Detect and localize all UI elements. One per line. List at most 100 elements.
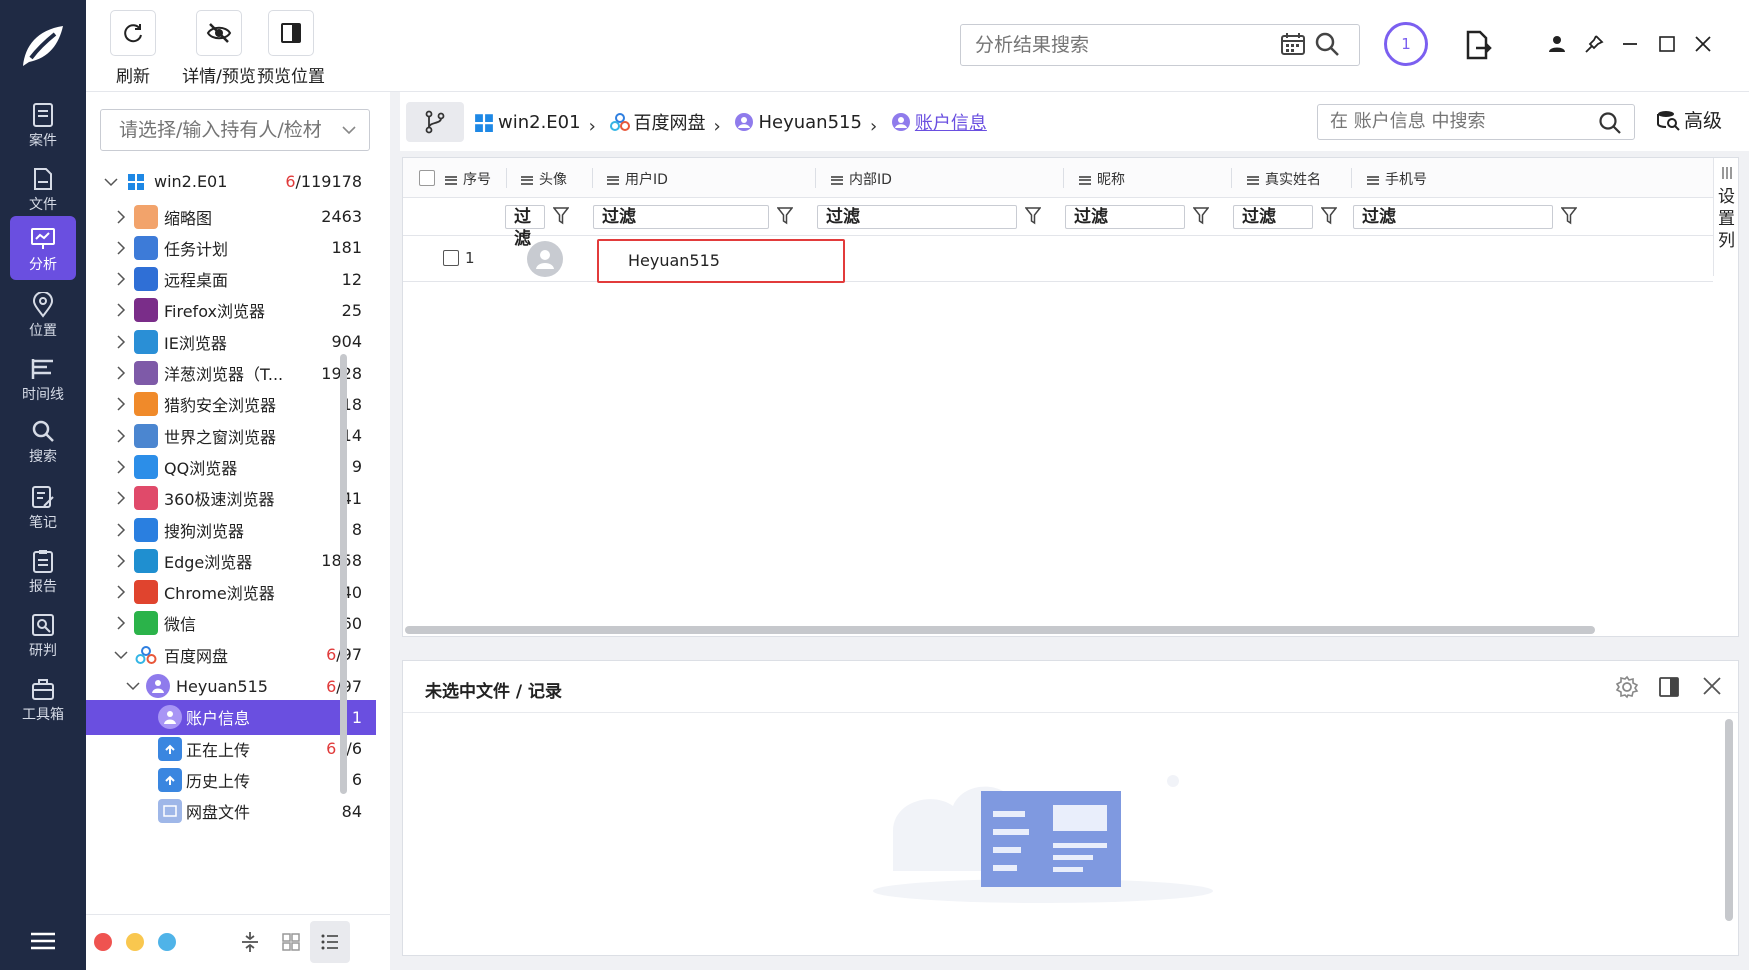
select-all-checkbox[interactable] [419,170,435,186]
tree-node[interactable]: QQ浏览器 9 [86,449,376,484]
column-header-user-id[interactable]: 用户ID [607,169,668,189]
tree-node[interactable]: 猎豹安全浏览器 18 [86,387,376,422]
nav-analysis[interactable]: 分析 [10,216,76,280]
filter-real-name[interactable]: 过滤 [1233,205,1313,229]
filter-icon[interactable] [1025,207,1041,225]
branch-button[interactable] [406,102,464,142]
export-file-icon[interactable] [1464,30,1492,60]
breadcrumb-item[interactable]: win2.E01 [474,112,581,133]
details-preview-button[interactable]: 详情/预览 [176,10,262,87]
tree-node-baidu-netdisk[interactable]: 百度网盘 6/97 [86,637,376,672]
chevron-right-icon[interactable] [114,429,128,443]
nav-judge[interactable]: 研判 [10,602,76,666]
gear-icon[interactable] [1615,675,1639,699]
chevron-right-icon[interactable] [114,522,128,537]
filter-user-id[interactable]: 过滤 [593,205,769,229]
column-header-phone[interactable]: 手机号 [1367,169,1427,189]
chevron-right-icon[interactable] [114,335,128,349]
breadcrumb-item[interactable]: Heyuan515 [734,112,862,133]
tree-node[interactable]: 远程桌面 12 [86,262,376,297]
tree-node[interactable]: IE浏览器 904 [86,324,376,359]
minimize-button[interactable] [1616,30,1644,58]
blue-status-dot[interactable] [158,933,176,951]
nav-files[interactable]: 文件 [10,156,76,220]
tree-node[interactable]: 历史上传 6 [86,762,376,797]
holder-filter-input[interactable] [119,119,329,141]
calendar-icon[interactable] [1280,32,1306,56]
tree-node[interactable]: Chrome浏览器 40 [86,575,376,610]
chevron-down-icon[interactable] [114,648,128,662]
preview-position-button[interactable]: 预览位置 [256,10,326,87]
horizontal-scrollbar[interactable] [405,626,1595,634]
tree-node[interactable]: 洋葱浏览器（T...1928 [86,356,376,391]
user-account-button[interactable] [1543,30,1571,58]
filter-icon[interactable] [1193,207,1209,225]
tree-node[interactable]: Edge浏览器1858 [86,543,376,578]
chevron-right-icon[interactable] [114,366,128,380]
nav-location[interactable]: 位置 [10,282,76,346]
advanced-search-button[interactable]: 高级 [1656,106,1722,133]
tree-node[interactable]: 网盘文件 84 [86,794,376,829]
vertical-scrollbar[interactable] [1725,719,1733,921]
chevron-down-icon[interactable] [104,175,118,189]
column-header-avatar[interactable]: 头像 [521,169,567,189]
analysis-search-input[interactable] [975,34,1275,56]
filter-icon[interactable] [777,207,793,225]
column-header-real-name[interactable]: 真实姓名 [1247,169,1321,189]
tree-node[interactable]: Firefox浏览器 25 [86,293,376,328]
chevron-right-icon[interactable] [114,272,128,286]
row-checkbox[interactable] [443,250,459,266]
nav-cases[interactable]: 案件 [10,92,76,156]
filter-icon[interactable] [553,207,569,225]
filter-avatar[interactable]: 过滤 [505,205,545,249]
tree-node[interactable]: 搜狗浏览器 8 [86,512,376,547]
search-icon[interactable] [1598,111,1622,135]
panel-layout-icon[interactable] [1657,675,1681,699]
chevron-right-icon[interactable] [114,460,128,474]
column-header-index[interactable]: 序号 [445,169,491,189]
chevron-right-icon[interactable] [114,209,128,224]
task-progress-indicator[interactable]: 1 [1384,22,1428,66]
collapse-all-icon[interactable] [240,931,260,953]
tree-node[interactable]: 360极速浏览器 41 [86,481,376,516]
maximize-button[interactable] [1653,30,1681,58]
table-search-box[interactable] [1317,104,1635,140]
tree-node[interactable]: 世界之窗浏览器 14 [86,418,376,453]
chevron-right-icon[interactable] [114,303,128,317]
nav-toolbox[interactable]: 工具箱 [10,666,76,730]
chevron-right-icon[interactable] [114,241,128,255]
set-columns-button[interactable]: 设置列 [1713,158,1739,276]
breadcrumb-item[interactable]: 百度网盘 [609,109,706,135]
column-header-nickname[interactable]: 昵称 [1079,169,1125,189]
holder-filter-select[interactable] [100,109,370,151]
tree-node-root[interactable]: win2.E01 6/119178 [86,164,376,199]
close-icon[interactable] [1701,675,1723,697]
pin-window-button[interactable] [1580,30,1608,58]
tree-node[interactable]: 微信 60 [86,606,376,641]
tree-node[interactable]: 正在上传 6 /6 [86,731,376,766]
chevron-right-icon[interactable] [114,397,128,411]
hamburger-menu-icon[interactable] [28,930,58,952]
nav-search[interactable]: 搜索 [10,408,76,472]
nav-timeline[interactable]: 时间线 [10,346,76,410]
grid-view-icon[interactable] [282,933,300,951]
filter-icon[interactable] [1561,207,1577,225]
filter-phone[interactable]: 过滤 [1353,205,1553,229]
tree-node-account[interactable]: Heyuan515 6/97 [86,669,376,704]
close-window-button[interactable] [1689,30,1717,58]
refresh-button[interactable]: 刷新 [110,10,156,87]
chevron-right-icon[interactable] [114,554,128,568]
filter-nickname[interactable]: 过滤 [1065,205,1185,229]
tree-node[interactable]: 缩略图 2463 [86,199,376,234]
nav-report[interactable]: 报告 [10,538,76,602]
tree-node[interactable]: 任务计划 181 [86,230,376,265]
chevron-down-icon[interactable] [126,679,140,693]
yellow-status-dot[interactable] [126,933,144,951]
chevron-right-icon[interactable] [114,585,128,599]
chevron-right-icon[interactable] [114,491,128,505]
chevron-right-icon[interactable] [114,616,128,630]
search-icon[interactable] [1314,31,1340,57]
nav-notes[interactable]: 笔记 [10,474,76,538]
column-header-internal-id[interactable]: 内部ID [831,169,892,189]
filter-icon[interactable] [1321,207,1337,225]
